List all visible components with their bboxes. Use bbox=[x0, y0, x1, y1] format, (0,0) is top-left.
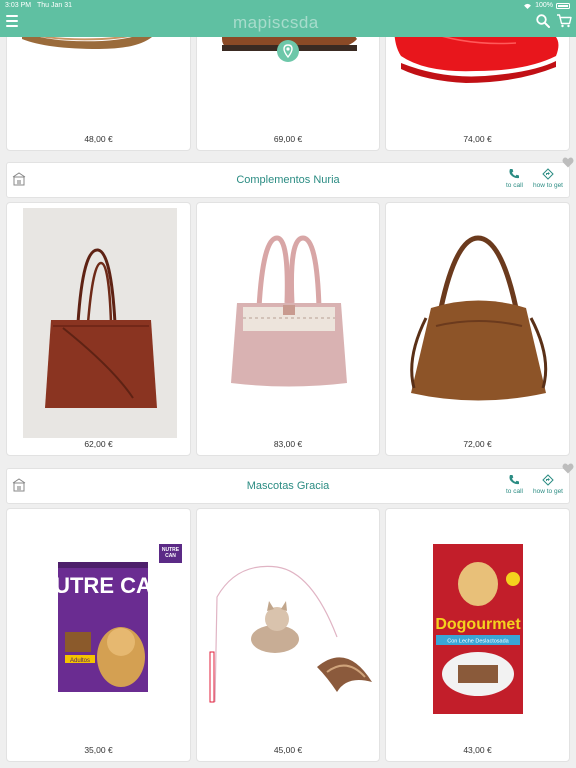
favorite-heart-icon[interactable] bbox=[562, 157, 574, 168]
product-image-nutrecan-dog-food: NUTRE CAN Adultos bbox=[53, 562, 153, 692]
battery-percent: 100% bbox=[535, 2, 553, 9]
product-price: 69,00 € bbox=[273, 134, 303, 144]
product-price: 62,00 € bbox=[84, 439, 113, 449]
phone-icon bbox=[509, 475, 520, 485]
product-image-pink-handbag bbox=[231, 235, 347, 387]
store-header[interactable]: Complementos Nuria to call how to get bbox=[6, 162, 570, 198]
store-name: Mascotas Gracia bbox=[246, 480, 330, 492]
menu-icon[interactable] bbox=[6, 15, 18, 27]
product-price: 45,00 € bbox=[273, 745, 303, 755]
battery-icon bbox=[556, 2, 570, 9]
app-header: 3:03 PM Thu Jan 31 100% mapiscsda bbox=[0, 0, 576, 37]
directions-icon bbox=[542, 168, 554, 180]
call-label: to call bbox=[506, 182, 523, 189]
product-card[interactable]: NUTRE CAN NUTRE CAN Adultos 35,00 € bbox=[6, 508, 191, 762]
product-card[interactable]: 45,00 € bbox=[196, 508, 380, 762]
product-price: 48,00 € bbox=[84, 134, 113, 144]
status-date: Thu Jan 31 bbox=[37, 2, 73, 9]
product-image-cat-toy-wand bbox=[209, 565, 372, 703]
search-icon[interactable] bbox=[536, 14, 550, 28]
product-price: 72,00 € bbox=[463, 439, 492, 449]
nutrecan-variant-text: Adultos bbox=[70, 658, 90, 664]
dogourmet-variant-text: Con Leche Deslactosada bbox=[447, 639, 509, 645]
phone-icon bbox=[509, 169, 520, 179]
product-card[interactable]: 83,00 € bbox=[196, 202, 380, 456]
product-price: 35,00 € bbox=[84, 745, 113, 755]
call-button[interactable]: to call bbox=[506, 168, 523, 189]
location-pin-icon[interactable] bbox=[277, 40, 299, 62]
directions-button[interactable]: how to get bbox=[533, 474, 563, 495]
product-price: 74,00 € bbox=[463, 134, 492, 144]
product-card[interactable]: 72,00 € bbox=[385, 202, 570, 456]
store-name: Complementos Nuria bbox=[236, 174, 340, 186]
call-label: to call bbox=[506, 488, 523, 495]
nutrecan-badge: NUTRE CAN bbox=[159, 544, 182, 563]
product-image-dogourmet-dog-food: Dogourmet Con Leche Deslactosada bbox=[433, 544, 523, 714]
product-image-brown-hobo-bag bbox=[410, 235, 548, 401]
directions-button[interactable]: how to get bbox=[533, 168, 563, 189]
directions-label: how to get bbox=[533, 488, 563, 495]
product-card[interactable]: 62,00 € bbox=[6, 202, 191, 456]
cart-icon[interactable] bbox=[556, 14, 572, 28]
product-price: 43,00 € bbox=[463, 745, 492, 755]
status-time: 3:03 PM bbox=[5, 2, 32, 9]
directions-icon bbox=[542, 474, 554, 486]
wifi-icon bbox=[524, 3, 532, 9]
status-bar: 3:03 PM Thu Jan 31 100% bbox=[0, 0, 576, 12]
call-button[interactable]: to call bbox=[506, 474, 523, 495]
app-logo: mapiscsda bbox=[233, 13, 319, 32]
favorite-heart-icon[interactable] bbox=[562, 463, 574, 474]
store-header[interactable]: Mascotas Gracia to call how to get bbox=[6, 468, 570, 504]
product-card[interactable]: Dogourmet Con Leche Deslactosada 43,00 € bbox=[385, 508, 570, 762]
product-image-red-tote-bag bbox=[23, 208, 177, 438]
nutrecan-brand-text: NUTRE CAN bbox=[53, 573, 153, 598]
directions-label: how to get bbox=[533, 182, 563, 189]
product-price: 83,00 € bbox=[273, 439, 303, 449]
dogourmet-brand-text: Dogourmet bbox=[435, 616, 521, 633]
